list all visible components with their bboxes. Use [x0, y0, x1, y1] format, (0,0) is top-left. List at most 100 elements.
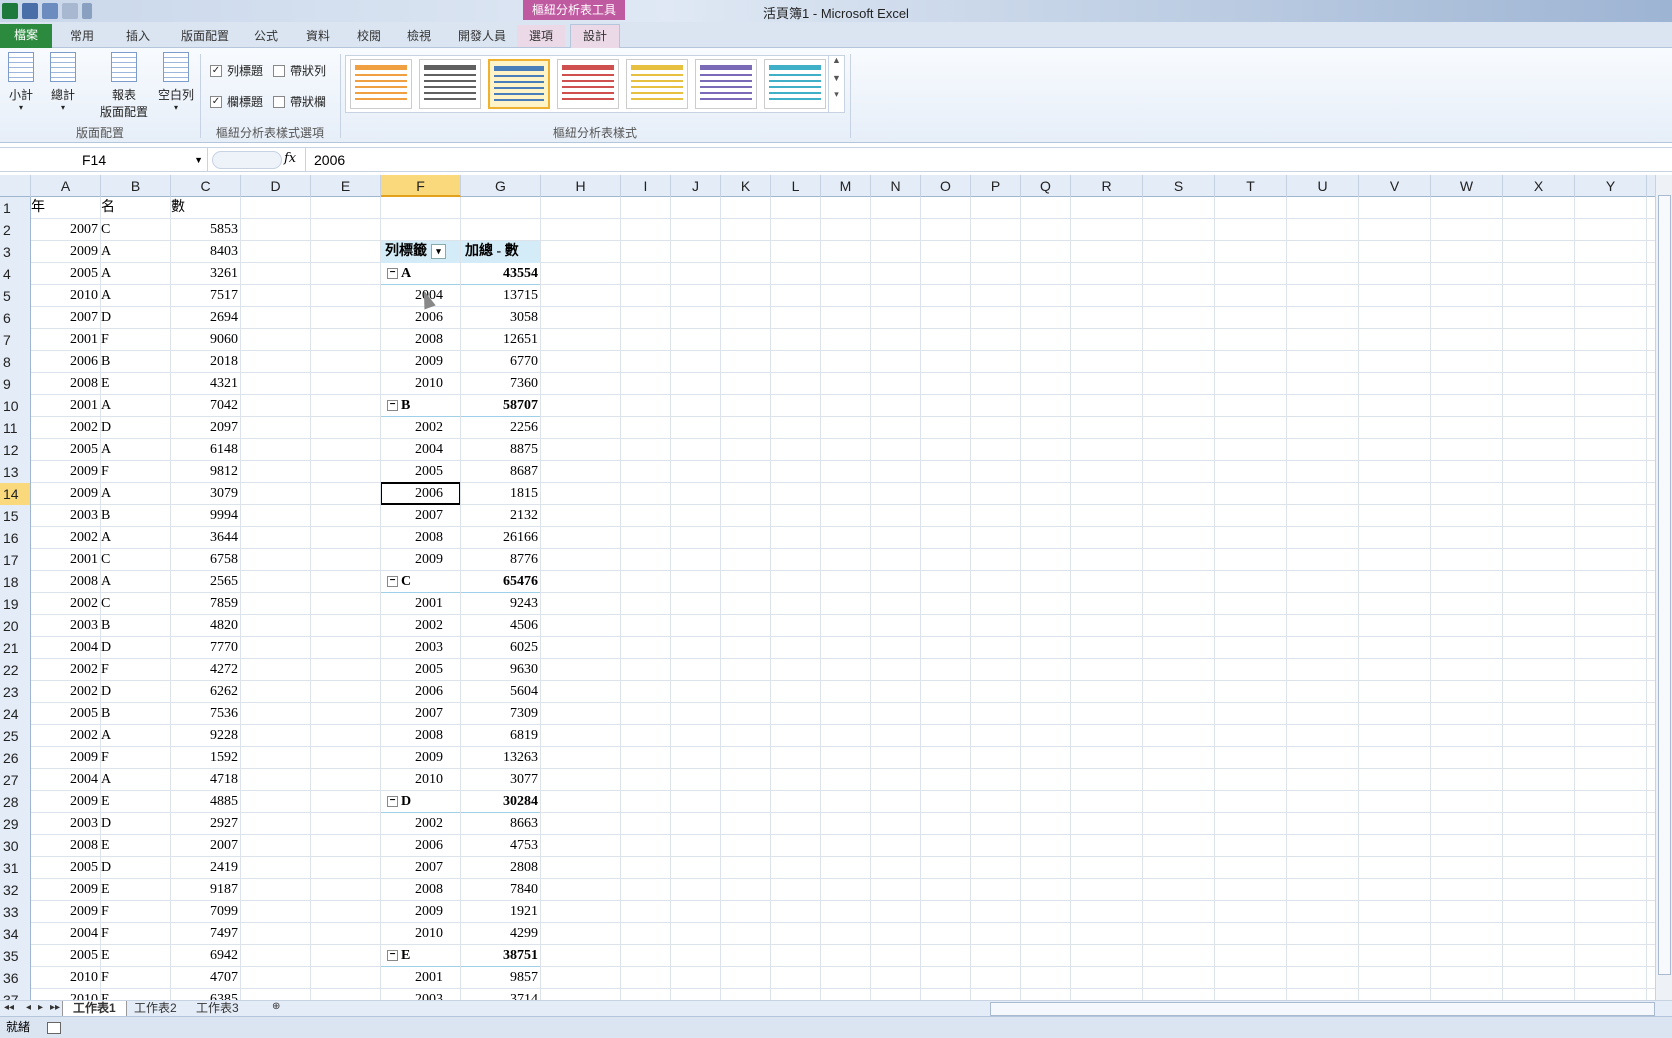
- cell[interactable]: C: [101, 219, 171, 241]
- cell[interactable]: 2008: [381, 879, 461, 901]
- sheet-tab[interactable]: 工作表3: [186, 1001, 249, 1017]
- column-header[interactable]: Q: [1021, 175, 1071, 197]
- chevron-down-icon[interactable]: ▼: [194, 148, 203, 172]
- cell[interactable]: 1921: [461, 901, 541, 923]
- cell[interactable]: 2007: [31, 219, 101, 241]
- cell[interactable]: D: [101, 681, 171, 703]
- collapse-icon[interactable]: −: [387, 400, 398, 412]
- tab-7[interactable]: 檢視: [397, 25, 441, 47]
- insert-function-icon[interactable]: fx: [284, 151, 296, 166]
- cell[interactable]: 2009: [31, 791, 101, 813]
- cell[interactable]: E: [101, 945, 171, 967]
- cell[interactable]: 13263: [461, 747, 541, 769]
- row-header[interactable]: 2: [0, 219, 31, 241]
- cell[interactable]: D: [101, 307, 171, 329]
- cell[interactable]: 3714: [461, 989, 541, 1000]
- row-headers-checkbox[interactable]: ✓ 列標題: [210, 62, 263, 79]
- prev-sheet-icon[interactable]: ◂: [26, 1002, 31, 1013]
- row-header[interactable]: 15: [0, 505, 31, 527]
- row-header[interactable]: 27: [0, 769, 31, 791]
- row-header[interactable]: 32: [0, 879, 31, 901]
- cell[interactable]: 5604: [461, 681, 541, 703]
- cell[interactable]: 2006: [381, 681, 461, 703]
- column-header[interactable]: M: [821, 175, 871, 197]
- cell[interactable]: A: [101, 527, 171, 549]
- cell[interactable]: 7309: [461, 703, 541, 725]
- cell[interactable]: 2009: [381, 549, 461, 571]
- cell[interactable]: 2007: [381, 703, 461, 725]
- cell[interactable]: 26166: [461, 527, 541, 549]
- cell[interactable]: 2002: [31, 527, 101, 549]
- row-header[interactable]: 23: [0, 681, 31, 703]
- macro-record-icon[interactable]: [47, 1021, 62, 1034]
- tab-4[interactable]: 公式: [244, 25, 288, 47]
- cell[interactable]: 2003: [381, 989, 461, 1000]
- cell[interactable]: C: [101, 593, 171, 615]
- pivot-style-thumb[interactable]: [764, 59, 826, 109]
- cell[interactable]: 2007: [381, 505, 461, 527]
- column-header[interactable]: I: [621, 175, 671, 197]
- row-header[interactable]: 18: [0, 571, 31, 593]
- cell[interactable]: 7360: [461, 373, 541, 395]
- sheet-tab[interactable]: 工作表1: [62, 1001, 127, 1017]
- insert-sheet-icon[interactable]: ⊕: [272, 1001, 280, 1012]
- cell[interactable]: F: [101, 461, 171, 483]
- cell[interactable]: 2005: [31, 263, 101, 285]
- cell[interactable]: 8875: [461, 439, 541, 461]
- cell[interactable]: 3077: [461, 769, 541, 791]
- row-header[interactable]: 4: [0, 263, 31, 285]
- cell[interactable]: 2004: [31, 923, 101, 945]
- cell[interactable]: 列標籤 ▾: [381, 241, 461, 263]
- cell[interactable]: 4753: [461, 835, 541, 857]
- scroll-thumb[interactable]: [1658, 195, 1671, 975]
- cell[interactable]: 名: [101, 197, 171, 219]
- cell[interactable]: 8687: [461, 461, 541, 483]
- horizontal-scrollbar[interactable]: [990, 1002, 1655, 1016]
- row-header[interactable]: 11: [0, 417, 31, 439]
- cell[interactable]: 2808: [461, 857, 541, 879]
- row-header[interactable]: 30: [0, 835, 31, 857]
- gallery-more-icon[interactable]: ▾: [829, 89, 844, 100]
- row-header[interactable]: 37: [0, 989, 31, 1000]
- cell[interactable]: 2001: [381, 967, 461, 989]
- pivot-style-thumb[interactable]: [626, 59, 688, 109]
- cell[interactable]: E: [101, 835, 171, 857]
- collapse-icon[interactable]: −: [387, 796, 398, 808]
- spreadsheet-grid[interactable]: ABCDEFGHIJKLMNOPQRSTUVWXY 1 年名數 2 2007 C 5853…: [0, 175, 1655, 1000]
- cell[interactable]: 2008: [31, 835, 101, 857]
- row-header[interactable]: 26: [0, 747, 31, 769]
- first-sheet-icon[interactable]: ◂◂: [4, 1002, 14, 1013]
- collapse-icon[interactable]: −: [387, 268, 398, 280]
- column-header[interactable]: S: [1143, 175, 1215, 197]
- cell[interactable]: 4272: [171, 659, 241, 681]
- cell[interactable]: 2009: [31, 901, 101, 923]
- cell[interactable]: 2008: [381, 329, 461, 351]
- cell[interactable]: A: [101, 483, 171, 505]
- cell[interactable]: 30284: [461, 791, 541, 813]
- cell[interactable]: 7497: [171, 923, 241, 945]
- cell[interactable]: A: [101, 263, 171, 285]
- chevron-down-icon[interactable]: ▼: [829, 73, 844, 83]
- cell[interactable]: 2005: [381, 461, 461, 483]
- cell[interactable]: 2097: [171, 417, 241, 439]
- cell[interactable]: 2009: [31, 241, 101, 263]
- cell[interactable]: 2003: [381, 637, 461, 659]
- name-box[interactable]: F14 ▼: [0, 148, 208, 172]
- row-header[interactable]: 28: [0, 791, 31, 813]
- cell[interactable]: 2010: [31, 967, 101, 989]
- cell[interactable]: 2008: [381, 725, 461, 747]
- row-header[interactable]: 16: [0, 527, 31, 549]
- report-layout-button[interactable]: 報表 版面配置: [94, 52, 154, 120]
- cell[interactable]: B: [101, 351, 171, 373]
- cell[interactable]: − C: [381, 571, 461, 593]
- cell[interactable]: 4885: [171, 791, 241, 813]
- cell[interactable]: − E: [381, 945, 461, 967]
- banded-cols-checkbox[interactable]: 帶狀欄: [273, 93, 326, 110]
- cell[interactable]: 4707: [171, 967, 241, 989]
- cell[interactable]: 2010: [381, 769, 461, 791]
- sheet-tab[interactable]: 工作表2: [124, 1001, 187, 1017]
- cell[interactable]: 4299: [461, 923, 541, 945]
- cell[interactable]: 2009: [31, 461, 101, 483]
- row-header[interactable]: 3: [0, 241, 31, 263]
- row-header[interactable]: 13: [0, 461, 31, 483]
